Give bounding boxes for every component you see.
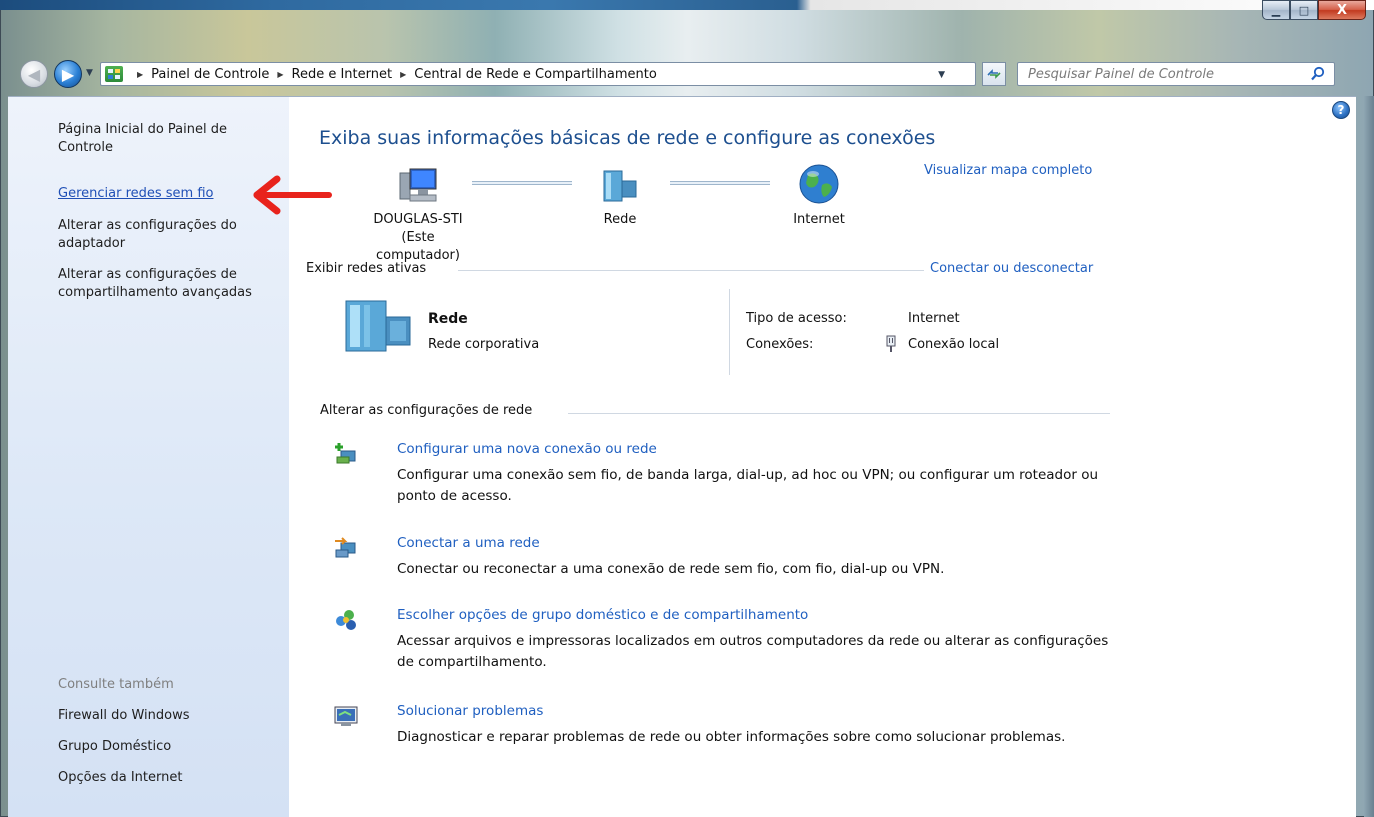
see-also-title: Consulte também xyxy=(58,677,174,692)
internet-label: Internet xyxy=(793,212,845,227)
address-dropdown-icon[interactable]: ▼ xyxy=(938,70,945,80)
breadcrumb-network-internet[interactable]: Rede e Internet xyxy=(292,67,393,82)
address-bar[interactable]: ▶ Painel de Controle ▶ Rede e Internet ▶… xyxy=(100,62,976,86)
connect-network-desc: Conectar ou reconectar a uma conexão de … xyxy=(397,561,945,577)
sidebar-item-adapter-settings[interactable]: Alterar as configurações do adaptador xyxy=(58,217,280,253)
maximize-button[interactable]: □ xyxy=(1290,0,1318,20)
homegroup-desc: Acessar arquivos e impressoras localizad… xyxy=(397,633,1109,670)
forward-button[interactable]: ▶ xyxy=(54,60,82,88)
network-building-icon xyxy=(345,300,411,352)
breadcrumb-network-center[interactable]: Central de Rede e Compartilhamento xyxy=(414,67,657,82)
annotation-arrow-icon xyxy=(253,175,332,215)
connection-line xyxy=(472,181,572,185)
search-field[interactable] xyxy=(1017,62,1335,86)
setup-connection-desc: Configurar uma conexão sem fio, de banda… xyxy=(397,467,1099,504)
local-connection-link[interactable]: Conexão local xyxy=(908,337,999,352)
network-type-link[interactable]: Rede corporativa xyxy=(428,337,539,352)
active-networks-heading: Exibir redes ativas xyxy=(306,261,427,276)
window-right-edge xyxy=(1364,96,1374,817)
internet-globe-icon xyxy=(799,164,839,204)
sidebar-item-homegroup[interactable]: Grupo Doméstico xyxy=(58,738,280,756)
computer-name: DOUGLAS-STI xyxy=(373,212,463,227)
recent-pages-dropdown[interactable]: ▼ xyxy=(86,68,96,78)
control-panel-icon xyxy=(105,66,123,82)
homegroup-link[interactable]: Escolher opções de grupo doméstico e de … xyxy=(397,607,808,623)
troubleshoot-icon xyxy=(334,706,358,726)
change-settings-heading: Alterar as configurações de rede xyxy=(320,403,533,418)
refresh-button[interactable] xyxy=(982,62,1006,86)
access-type-value: Internet xyxy=(908,311,960,326)
computer-sub: (Este computador) xyxy=(376,230,460,263)
sidebar-item-home[interactable]: Página Inicial do Painel de Controle xyxy=(58,121,280,157)
search-icon[interactable] xyxy=(1310,66,1326,82)
setup-connection-link[interactable]: Configurar uma nova conexão ou rede xyxy=(397,441,657,457)
breadcrumb-separator-icon[interactable]: ▶ xyxy=(400,70,406,79)
sidebar-item-sharing-settings[interactable]: Alterar as configurações de compartilham… xyxy=(58,266,280,302)
homegroup-icon xyxy=(336,610,356,630)
page-title: Exiba suas informações básicas de rede e… xyxy=(319,127,936,149)
navigation-bar: ◀ ▶ ▼ ▶ Painel de Controle ▶ Rede e Inte… xyxy=(14,52,1364,92)
connections-label: Conexões: xyxy=(746,337,814,352)
sidebar-item-firewall[interactable]: Firewall do Windows xyxy=(58,707,280,725)
network-label: Rede xyxy=(603,212,637,227)
network-icon xyxy=(603,170,637,202)
desktop-strip xyxy=(0,0,1374,10)
connection-line xyxy=(670,181,770,185)
content-area: Página Inicial do Painel de Controle Ger… xyxy=(8,96,1356,817)
active-network-name: Rede xyxy=(428,311,468,327)
refresh-icon xyxy=(987,69,1001,79)
breadcrumb-separator-icon[interactable]: ▶ xyxy=(277,70,283,79)
connect-network-icon xyxy=(335,537,356,558)
sidebar-item-internet-options[interactable]: Opções da Internet xyxy=(58,769,280,787)
connect-network-link[interactable]: Conectar a uma rede xyxy=(397,535,540,551)
sidebar-item-manage-wireless[interactable]: Gerenciar redes sem fio xyxy=(58,185,280,203)
divider xyxy=(729,289,730,375)
caption-buttons: ▁ □ X xyxy=(1262,0,1366,20)
troubleshoot-desc: Diagnosticar e reparar problemas de rede… xyxy=(397,729,1066,745)
help-icon[interactable]: ? xyxy=(1332,101,1350,119)
back-button[interactable]: ◀ xyxy=(20,60,48,88)
divider xyxy=(458,270,924,271)
computer-label: DOUGLAS-STI (Este computador) xyxy=(358,211,478,265)
close-button[interactable]: X xyxy=(1318,0,1366,20)
troubleshoot-link[interactable]: Solucionar problemas xyxy=(397,703,543,719)
view-full-map-link[interactable]: Visualizar mapa completo xyxy=(924,163,1092,178)
breadcrumb-separator-icon[interactable]: ▶ xyxy=(137,70,143,79)
task-pane: Página Inicial do Painel de Controle Ger… xyxy=(8,97,289,817)
minimize-button[interactable]: ▁ xyxy=(1262,0,1290,20)
breadcrumb-control-panel[interactable]: Painel de Controle xyxy=(151,67,269,82)
computer-icon xyxy=(399,168,437,202)
connect-disconnect-link[interactable]: Conectar ou desconectar xyxy=(930,261,1093,276)
new-connection-icon xyxy=(335,443,356,464)
search-input[interactable] xyxy=(1028,66,1298,82)
divider xyxy=(568,413,1110,414)
access-type-label: Tipo de acesso: xyxy=(746,311,847,326)
ethernet-plug-icon xyxy=(886,335,896,352)
